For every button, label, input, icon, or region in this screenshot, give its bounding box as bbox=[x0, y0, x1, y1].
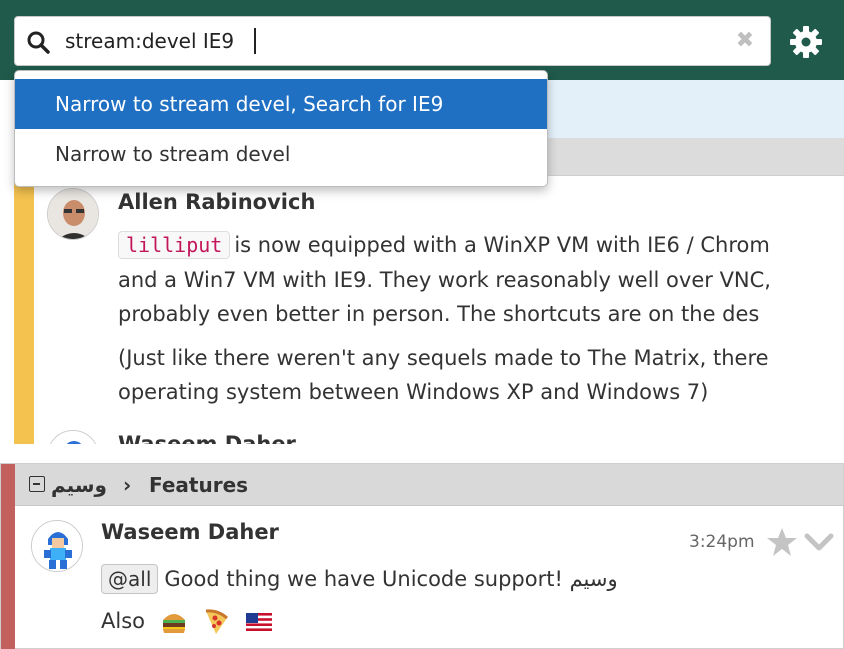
chevron-down-icon[interactable] bbox=[804, 530, 834, 554]
topic-name[interactable]: Features bbox=[149, 473, 248, 497]
sender-name[interactable]: Allen Rabinovich bbox=[118, 190, 315, 214]
close-icon[interactable]: ✖ bbox=[732, 28, 758, 54]
search-suggestions: Narrow to stream devel, Search for IE9 N… bbox=[14, 70, 548, 187]
message-line: probably even better in person. The shor… bbox=[118, 302, 760, 326]
avatar[interactable] bbox=[31, 520, 83, 572]
avatar[interactable] bbox=[47, 430, 99, 444]
avatar-image bbox=[32, 521, 82, 571]
stream-color-bar bbox=[1, 464, 15, 649]
top-navbar: ✖ bbox=[0, 0, 844, 80]
stream-name[interactable]: وسيم bbox=[51, 473, 107, 497]
suggestion-narrow-search[interactable]: Narrow to stream devel, Search for IE9 bbox=[15, 79, 547, 129]
stream-color-bar bbox=[14, 176, 34, 444]
us-flag-emoji bbox=[246, 613, 273, 631]
pizza-emoji bbox=[206, 609, 229, 634]
search-icon[interactable] bbox=[25, 29, 51, 55]
avatar-image bbox=[48, 189, 98, 239]
message-line: (Just like there weren't any sequels mad… bbox=[118, 346, 769, 370]
message-time[interactable]: 3:24pm bbox=[689, 532, 755, 552]
sender-name[interactable]: Waseem Daher bbox=[118, 432, 296, 444]
message-line: lilliput is now equipped with a WinXP VM … bbox=[118, 231, 770, 259]
breadcrumb-separator: › bbox=[123, 473, 132, 497]
collapse-icon[interactable] bbox=[29, 476, 45, 492]
search-box[interactable]: ✖ bbox=[14, 16, 771, 66]
sender-name[interactable]: Waseem Daher bbox=[101, 520, 279, 544]
user-mention[interactable]: @all bbox=[101, 564, 159, 594]
inline-code: lilliput bbox=[118, 231, 231, 259]
search-window: ✖ Narrow to stream devel, Search for IE9… bbox=[0, 0, 844, 444]
avatar-image bbox=[48, 431, 98, 444]
gear-icon[interactable] bbox=[788, 24, 824, 60]
message-text: Also bbox=[101, 609, 145, 633]
message-text: is now equipped with a WinXP VM with IE6… bbox=[234, 233, 770, 257]
message-window: وسيم › Features Waseem Daher 3:24pm @all… bbox=[0, 463, 844, 649]
text-caret bbox=[254, 28, 256, 54]
search-input[interactable] bbox=[65, 25, 725, 57]
avatar[interactable] bbox=[47, 188, 99, 240]
hamburger-emoji bbox=[162, 614, 185, 633]
message-line: and a Win7 VM with IE9. They work reason… bbox=[118, 268, 771, 292]
message-text: Good thing we have Unicode support! وسيم bbox=[164, 567, 618, 591]
message-line: Also bbox=[101, 608, 273, 636]
recipient-bar: وسيم › Features bbox=[15, 464, 843, 506]
suggestion-narrow-stream[interactable]: Narrow to stream devel bbox=[15, 129, 547, 179]
message-line: operating system between Windows XP and … bbox=[118, 380, 709, 404]
message-line: @all Good thing we have Unicode support! … bbox=[101, 564, 618, 594]
star-icon[interactable] bbox=[766, 526, 798, 558]
